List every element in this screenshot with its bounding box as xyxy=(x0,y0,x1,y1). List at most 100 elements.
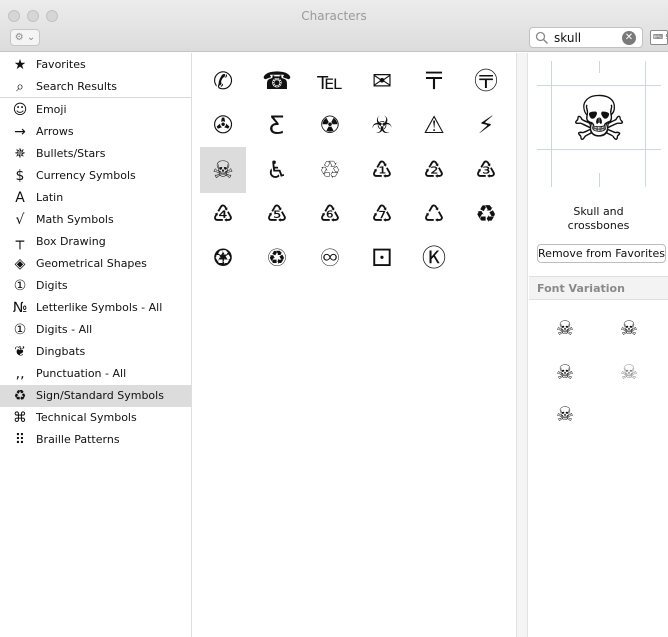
sidebar-item-letterlike-symbols-all[interactable]: № Letterlike Symbols - All xyxy=(0,297,191,319)
sidebar-item-label: Sign/Standard Symbols xyxy=(36,389,164,402)
character-cell[interactable]: ♻ xyxy=(463,191,509,237)
sidebar-item-label: Currency Symbols xyxy=(36,169,136,182)
sidebar-item-box-drawing[interactable]: ┬ Box Drawing xyxy=(0,231,191,253)
character-cell[interactable]: ℡ xyxy=(307,58,353,104)
character-cell[interactable]: ⚠ xyxy=(411,102,457,148)
character-cell[interactable]: ♾ xyxy=(307,235,353,281)
sidebar-item-search-results[interactable]: ⌕ Search Results xyxy=(0,76,191,98)
sidebar-item-bullets-stars[interactable]: ✵ Bullets/Stars xyxy=(0,143,191,165)
gear-icon: ⚙︎ ⌄ xyxy=(14,32,36,43)
character-cell[interactable]: ☠ xyxy=(200,147,246,193)
box-drawing-icon: ┬ xyxy=(15,234,25,250)
character-cell[interactable]: ♲ xyxy=(307,147,353,193)
font-variation-item[interactable]: ☠ xyxy=(545,397,585,431)
remove-from-favorites-button[interactable]: Remove from Favorites xyxy=(537,244,666,263)
font-variation-item[interactable]: ☠ xyxy=(545,355,585,389)
sidebar-item-math-symbols[interactable]: √ Math Symbols xyxy=(0,209,191,231)
character-cell[interactable]: ♺ xyxy=(411,191,457,237)
sidebar-item-label: Punctuation - All xyxy=(36,367,127,380)
character-cell[interactable]: ✆ xyxy=(200,58,246,104)
sidebar-item-label: Letterlike Symbols - All xyxy=(36,301,163,314)
keyboard-view-button[interactable]: ⌨ 98 xyxy=(650,30,668,45)
character-cell[interactable]: ♸ xyxy=(307,191,353,237)
comma-icon: ‚‚ xyxy=(15,366,25,382)
clear-search-icon[interactable]: ✕ xyxy=(622,31,636,45)
character-cell[interactable]: ⚡ xyxy=(463,102,509,148)
floral-heart-icon: ❦ xyxy=(14,344,26,360)
font-variation-item[interactable]: ☠ xyxy=(545,311,585,345)
character-cell[interactable]: ♹ xyxy=(359,191,405,237)
sidebar-item-arrows[interactable]: → Arrows xyxy=(0,121,191,143)
asterisk-icon: ✵ xyxy=(14,146,26,162)
character-cell[interactable]: ☢ xyxy=(307,102,353,148)
search-field[interactable]: ✕ xyxy=(529,27,643,48)
font-variation-label: Font Variation xyxy=(537,282,625,295)
character-cell[interactable]: ♽ xyxy=(254,235,300,281)
braille-icon: ⠿ xyxy=(14,432,26,448)
character-name: Skull and crossbones xyxy=(529,205,668,233)
character-cell[interactable]: ♴ xyxy=(411,147,457,193)
character-cell[interactable]: ✉ xyxy=(359,58,405,104)
character-cell[interactable]: ♼ xyxy=(200,235,246,281)
sidebar-item-label: Favorites xyxy=(36,58,86,71)
star-icon: ★ xyxy=(13,57,27,73)
search-icon xyxy=(535,31,548,44)
sidebar-item-digits[interactable]: ① Digits xyxy=(0,275,191,297)
sidebar-item-emoji[interactable]: ☺ Emoji xyxy=(0,99,191,121)
sidebar-item-label: Emoji xyxy=(36,103,67,116)
character-name-line1: Skull and xyxy=(573,205,624,218)
circled-one-icon: ① xyxy=(13,278,27,294)
characters-window: Characters ⚙︎ ⌄ ✕ ⌨ 98 ★ Favorites ⌕ Search… xyxy=(0,0,668,637)
character-cell[interactable]: ♳ xyxy=(359,147,405,193)
sidebar-item-sign-standard-symbols[interactable]: ♻ Sign/Standard Symbols xyxy=(0,385,191,407)
category-sidebar: ★ Favorites ⌕ Search Results ☺ Emoji → Arrows ✵ B… xyxy=(0,53,192,637)
search-input[interactable] xyxy=(554,31,614,45)
sidebar-item-label: Technical Symbols xyxy=(36,411,137,424)
sidebar-item-dingbats[interactable]: ❦ Dingbats xyxy=(0,341,191,363)
sidebar-item-punctuation-all[interactable]: ‚‚ Punctuation - All xyxy=(0,363,191,385)
latin-a-icon: A xyxy=(15,190,25,206)
smiley-icon: ☺ xyxy=(12,102,28,118)
character-cell[interactable]: ♷ xyxy=(254,191,300,237)
sidebar-item-label: Latin xyxy=(36,191,64,204)
sidebar-item-currency-symbols[interactable]: $ Currency Symbols xyxy=(0,165,191,187)
character-cell[interactable]: 〶 xyxy=(463,58,509,104)
sidebar-item-favorites[interactable]: ★ Favorites xyxy=(0,54,191,76)
action-menu-button[interactable]: ⚙︎ ⌄ xyxy=(10,29,40,46)
magnifier-icon: ⌕ xyxy=(16,79,24,95)
skull-crossbones-preview-icon: ☠ xyxy=(571,82,627,155)
character-cell[interactable]: ☣ xyxy=(359,102,405,148)
square-root-icon: √ xyxy=(15,212,25,228)
diamond-icon: ◈ xyxy=(14,256,26,272)
character-name-line2: crossbones xyxy=(567,219,630,232)
character-grid: ✆ ☎ ℡ ✉ 〒〶 ✇ Ƹ ☢ ☣ ⚠ ⚡ ☠ ♿ ♲ ♳ ♴ ♵ ♶ ♷ ♸ ♹ ♺ ♻ ♼ ♽ ♾ ⚀ Ⓚ xyxy=(193,53,518,637)
sidebar-item-latin[interactable]: A Latin xyxy=(0,187,191,209)
sidebar-item-label: Box Drawing xyxy=(36,235,106,248)
numero-icon: № xyxy=(12,300,28,316)
sidebar-item-label: Bullets/Stars xyxy=(36,147,106,160)
sidebar-item-technical-symbols[interactable]: ⌘ Technical Symbols xyxy=(0,407,191,429)
font-variation-item[interactable]: ☠ xyxy=(609,355,649,389)
sidebar-item-geometrical-shapes[interactable]: ◈ Geometrical Shapes xyxy=(0,253,191,275)
sidebar-item-label: Arrows xyxy=(36,125,74,138)
character-cell[interactable]: ♵ xyxy=(463,147,509,193)
character-cell[interactable]: 〒 xyxy=(411,58,457,104)
dollar-icon: $ xyxy=(15,168,25,184)
character-cell[interactable]: ☎ xyxy=(254,58,300,104)
character-cell[interactable]: ♶ xyxy=(200,191,246,237)
sidebar-divider xyxy=(0,97,191,98)
character-cell[interactable]: ♿ xyxy=(254,147,300,193)
sidebar-item-digits-all[interactable]: ① Digits - All xyxy=(0,319,191,341)
character-cell[interactable]: ✇ xyxy=(200,102,246,148)
title-bar: Characters ⚙︎ ⌄ ✕ ⌨ 98 xyxy=(0,0,668,52)
character-cell[interactable]: Ⓚ xyxy=(411,235,457,281)
sidebar-item-label: Digits - All xyxy=(36,323,93,336)
sidebar-item-braille-patterns[interactable]: ⠿ Braille Patterns xyxy=(0,429,191,451)
character-cell[interactable]: Ƹ xyxy=(254,102,300,148)
sidebar-item-label: Geometrical Shapes xyxy=(36,257,147,270)
recycle-icon: ♻ xyxy=(13,388,27,404)
window-title: Characters xyxy=(301,9,367,23)
font-variation-item[interactable]: ☠ xyxy=(609,311,649,345)
character-cell[interactable]: ⚀ xyxy=(359,235,405,281)
grid-scrollbar[interactable] xyxy=(516,53,528,637)
